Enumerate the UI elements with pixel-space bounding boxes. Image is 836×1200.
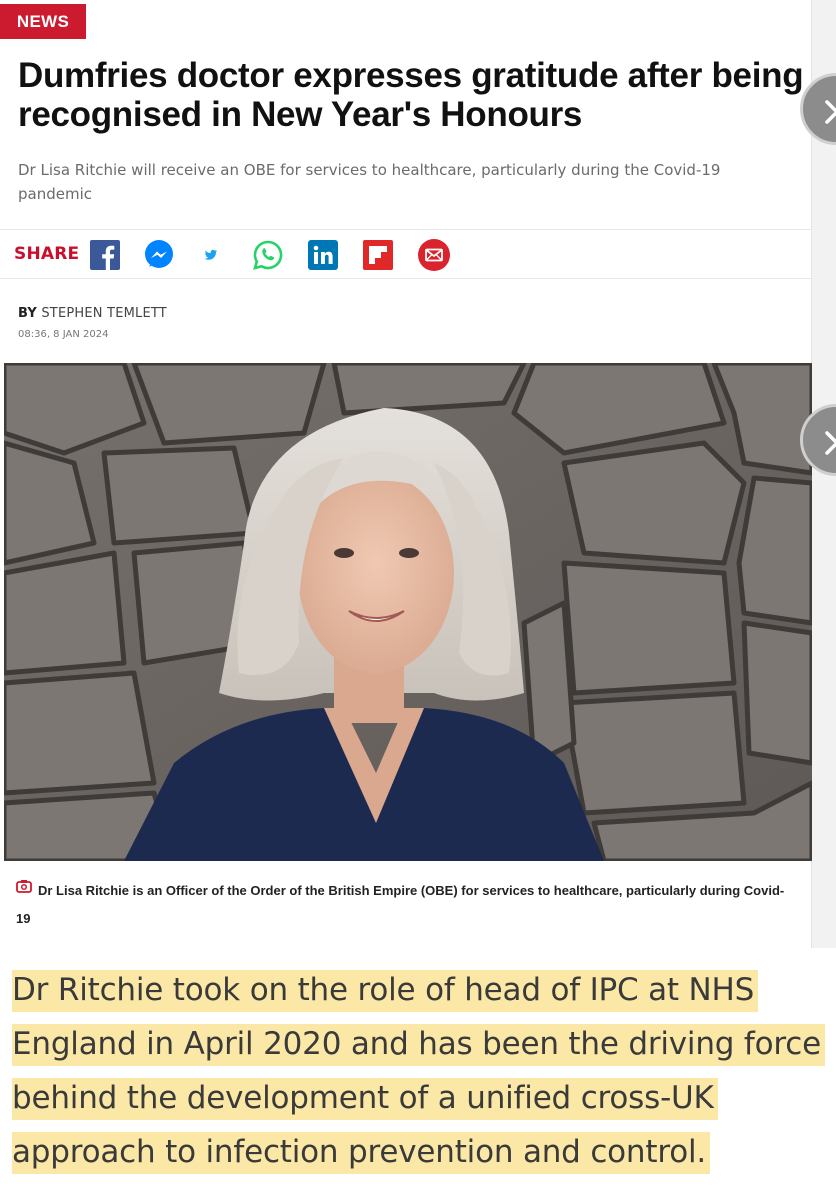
close-icon: [825, 100, 836, 124]
article-standfirst: Dr Lisa Ritchie will receive an OBE for …: [18, 161, 721, 203]
close-icon: [825, 431, 836, 455]
flipboard-icon[interactable]: [363, 240, 393, 270]
facebook-icon[interactable]: [90, 240, 120, 270]
portrait-photo-image: [4, 363, 812, 861]
linkedin-icon[interactable]: [308, 240, 338, 270]
article-photo: [4, 363, 812, 861]
whatsapp-icon[interactable]: [253, 240, 283, 270]
news-category-badge[interactable]: NEWS: [0, 4, 86, 39]
twitter-icon[interactable]: [204, 248, 218, 262]
article-byline: BY STEPHEN TEMLETT: [18, 306, 167, 321]
photo-caption: Dr Lisa Ritchie is an Officer of the Ord…: [16, 883, 785, 926]
messenger-icon[interactable]: [144, 240, 174, 270]
article-headline: Dumfries doctor expresses gratitude afte…: [18, 56, 804, 134]
share-label: SHARE: [14, 244, 80, 264]
article-card: NEWS Dumfries doctor expresses gratitude…: [0, 0, 812, 948]
share-bar: SHARE: [0, 229, 812, 279]
email-icon[interactable]: [418, 239, 450, 271]
quote-text: Dr Ritchie took on the role of head of I…: [12, 970, 825, 1174]
publish-date: 08:36, 8 JAN 2024: [18, 329, 109, 340]
author-name[interactable]: STEPHEN TEMLETT: [41, 306, 167, 321]
highlighted-quote: Dr Ritchie took on the role of head of I…: [12, 963, 828, 1179]
byline-prefix: BY: [18, 306, 38, 321]
